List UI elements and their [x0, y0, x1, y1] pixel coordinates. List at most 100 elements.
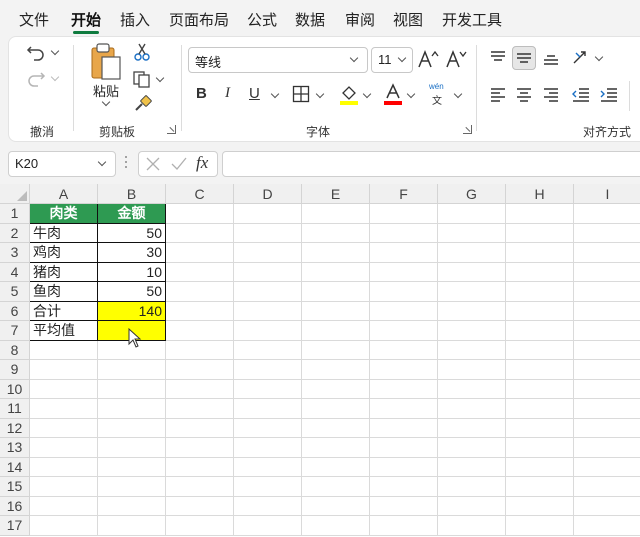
cell-e14[interactable]: [302, 457, 370, 477]
cell-c1[interactable]: [166, 204, 234, 224]
cell-f10[interactable]: [370, 379, 438, 399]
cell-h1[interactable]: [506, 204, 574, 224]
cell-d6[interactable]: [234, 301, 302, 321]
increase-font-size-icon[interactable]: [417, 49, 439, 69]
cell-h15[interactable]: [506, 477, 574, 497]
column-header-i[interactable]: I: [574, 184, 640, 204]
row-header-11[interactable]: 11: [0, 399, 30, 419]
font-name-combo[interactable]: 等线: [188, 47, 368, 73]
cell-f17[interactable]: [370, 516, 438, 536]
column-header-b[interactable]: B: [98, 184, 166, 204]
cell-b17[interactable]: [98, 516, 166, 536]
cell-i7[interactable]: [574, 321, 640, 341]
cell-b16[interactable]: [98, 496, 166, 516]
cell-c5[interactable]: [166, 282, 234, 302]
cell-d9[interactable]: [234, 360, 302, 380]
row-header-3[interactable]: 3: [0, 243, 30, 263]
cell-f13[interactable]: [370, 438, 438, 458]
cell-b5[interactable]: 50: [98, 282, 166, 302]
row-header-15[interactable]: 15: [0, 477, 30, 497]
font-color-dropdown-icon[interactable]: [406, 89, 416, 99]
phonetic-top[interactable]: wén: [429, 82, 444, 91]
undo-dropdown-icon[interactable]: [50, 46, 60, 56]
cell-e2[interactable]: [302, 223, 370, 243]
cell-b13[interactable]: [98, 438, 166, 458]
cell-a7[interactable]: 平均值: [30, 321, 98, 341]
cell-g8[interactable]: [438, 340, 506, 360]
worksheet-grid[interactable]: A B C D E F G H I 1 2 3 4 5 6 7 8 9 10 11 12 13 14 15 1…: [0, 184, 640, 537]
redo-dropdown-icon[interactable]: [50, 72, 60, 82]
cell-g9[interactable]: [438, 360, 506, 380]
formula-input[interactable]: [222, 151, 640, 177]
cell-b1[interactable]: 金额: [98, 204, 166, 224]
cell-h16[interactable]: [506, 496, 574, 516]
cell-e13[interactable]: [302, 438, 370, 458]
cell-b10[interactable]: [98, 379, 166, 399]
column-header-e[interactable]: E: [302, 184, 370, 204]
cell-d7[interactable]: [234, 321, 302, 341]
tab-insert[interactable]: 插入: [120, 9, 150, 30]
chevron-down-icon[interactable]: [97, 157, 107, 167]
italic-button[interactable]: I: [225, 85, 230, 102]
cell-b6[interactable]: 140: [98, 301, 166, 321]
cut-icon[interactable]: [133, 43, 151, 61]
cell-a8[interactable]: [30, 340, 98, 360]
cell-e6[interactable]: [302, 301, 370, 321]
tab-home[interactable]: 开始: [71, 9, 101, 30]
cell-i9[interactable]: [574, 360, 640, 380]
cell-b4[interactable]: 10: [98, 262, 166, 282]
cell-h9[interactable]: [506, 360, 574, 380]
column-header-h[interactable]: H: [506, 184, 574, 204]
cell-g12[interactable]: [438, 418, 506, 438]
clipboard-launcher-icon[interactable]: [167, 125, 176, 134]
cell-f4[interactable]: [370, 262, 438, 282]
cell-e8[interactable]: [302, 340, 370, 360]
cell-h10[interactable]: [506, 379, 574, 399]
cell-h2[interactable]: [506, 223, 574, 243]
decrease-font-size-icon[interactable]: [445, 49, 467, 69]
cell-e15[interactable]: [302, 477, 370, 497]
cell-i8[interactable]: [574, 341, 640, 360]
tab-page-layout[interactable]: 页面布局: [169, 9, 229, 30]
cell-a4[interactable]: 猪肉: [30, 262, 98, 282]
align-left-icon[interactable]: [489, 86, 507, 104]
tab-view[interactable]: 视图: [393, 9, 423, 30]
phonetic-dropdown-icon[interactable]: [453, 89, 463, 99]
tab-developer[interactable]: 开发工具: [442, 9, 502, 30]
cell-c2[interactable]: [166, 223, 234, 243]
cell-c9[interactable]: [166, 360, 234, 380]
cell-h11[interactable]: [506, 399, 574, 419]
cell-c14[interactable]: [166, 457, 234, 477]
borders-dropdown-icon[interactable]: [315, 89, 325, 99]
cell-a13[interactable]: [30, 438, 98, 458]
cell-i17[interactable]: [574, 516, 640, 536]
cell-f8[interactable]: [370, 340, 438, 360]
copy-icon[interactable]: [132, 70, 152, 88]
cell-f1[interactable]: [370, 204, 438, 224]
tab-formulas[interactable]: 公式: [247, 9, 277, 30]
cell-a15[interactable]: [30, 477, 98, 497]
formula-bar-grip[interactable]: [125, 156, 127, 170]
cell-d3[interactable]: [234, 243, 302, 263]
format-painter-icon[interactable]: [133, 95, 153, 113]
cell-g16[interactable]: [438, 496, 506, 516]
cell-b11[interactable]: [98, 399, 166, 419]
chevron-down-icon[interactable]: [349, 53, 359, 63]
cell-e4[interactable]: [302, 262, 370, 282]
cell-i4[interactable]: [574, 263, 640, 282]
fill-color-icon[interactable]: [339, 83, 359, 105]
cell-g1[interactable]: [438, 204, 506, 224]
cell-g3[interactable]: [438, 243, 506, 263]
align-center-icon[interactable]: [515, 86, 533, 104]
cell-f15[interactable]: [370, 477, 438, 497]
cell-i12[interactable]: [574, 419, 640, 438]
cell-a5[interactable]: 鱼肉: [30, 282, 98, 302]
cell-e9[interactable]: [302, 360, 370, 380]
row-header-7[interactable]: 7: [0, 321, 30, 341]
cell-g11[interactable]: [438, 399, 506, 419]
cell-d8[interactable]: [234, 340, 302, 360]
cell-h3[interactable]: [506, 243, 574, 263]
cell-h5[interactable]: [506, 282, 574, 302]
cell-c7[interactable]: [166, 321, 234, 341]
cell-f14[interactable]: [370, 457, 438, 477]
